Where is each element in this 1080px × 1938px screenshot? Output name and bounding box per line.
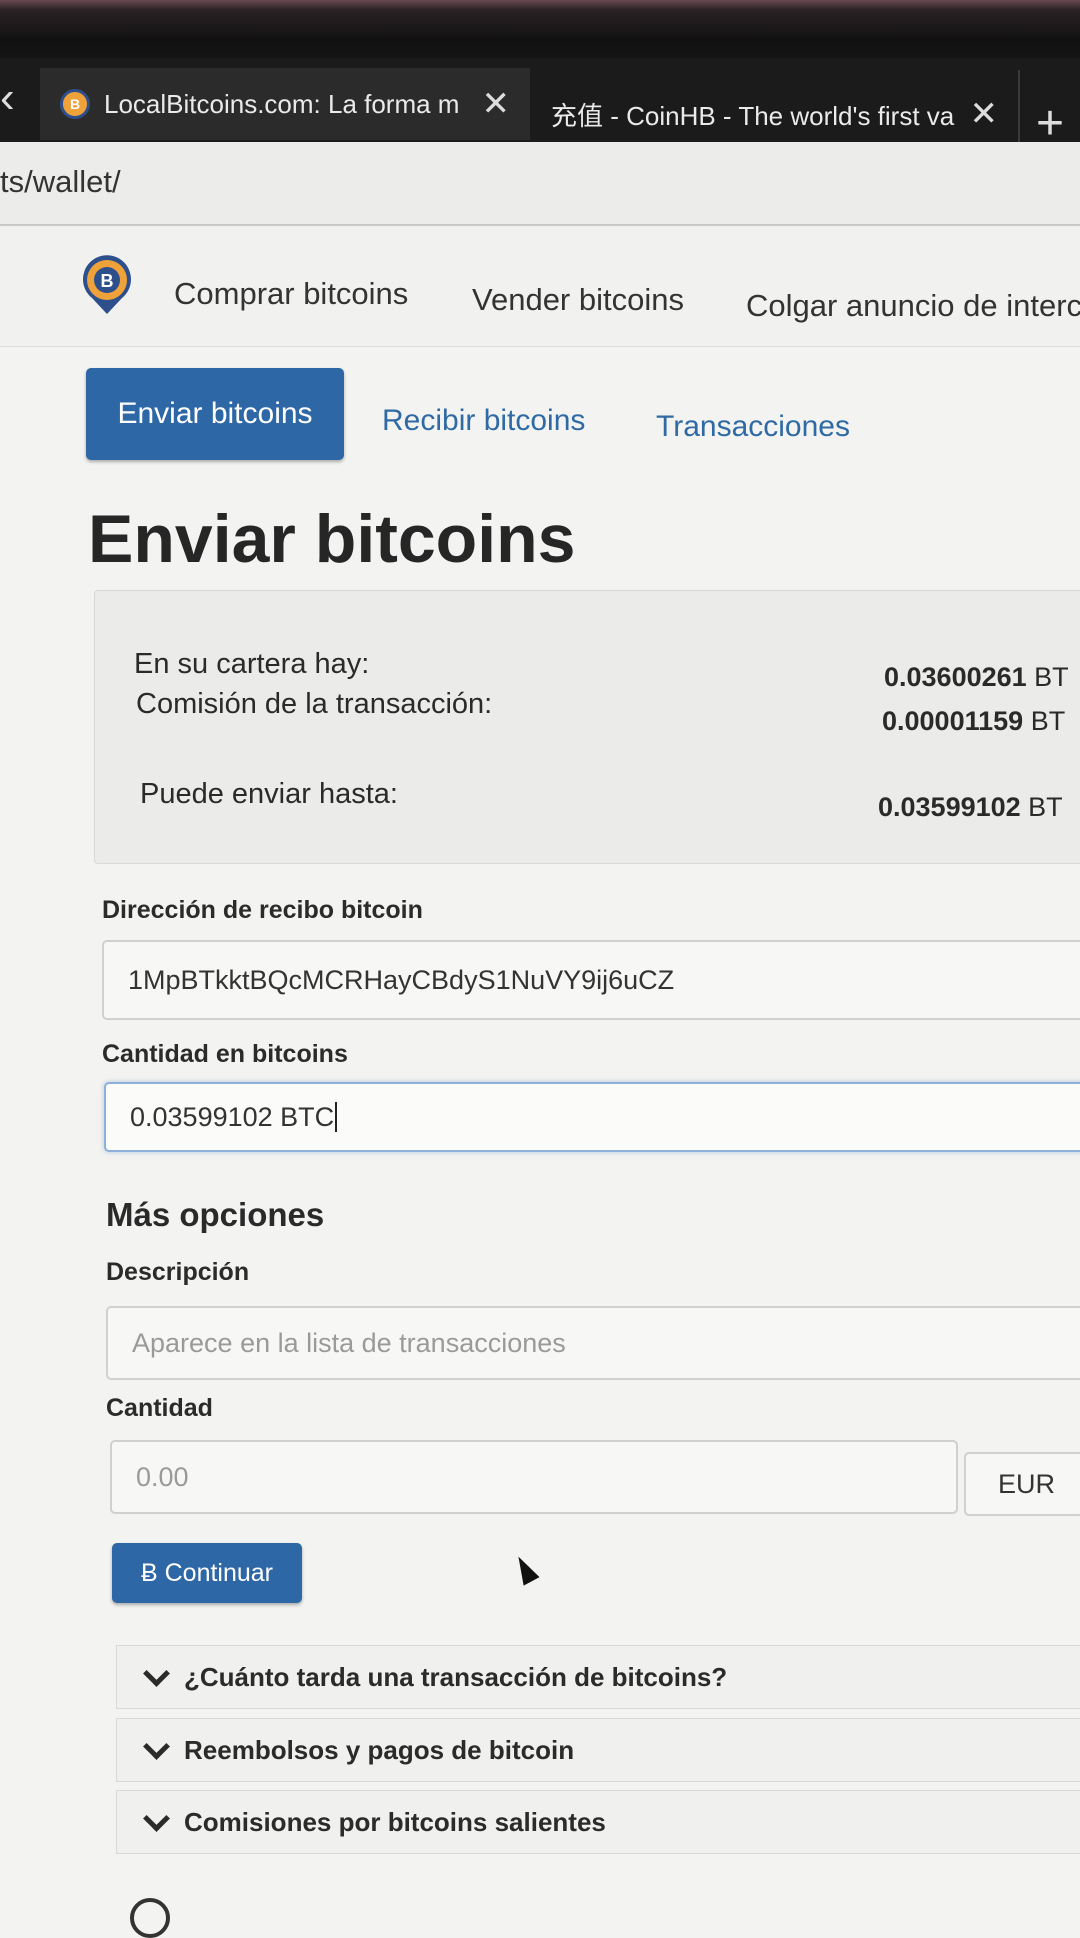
description-input[interactable]: Aparece en la lista de transacciones [106, 1306, 1080, 1380]
more-options-heading: Más opciones [106, 1196, 325, 1233]
max-send-value: 0.03599102 BT [878, 792, 1063, 822]
fee-value: 0.00001159 BT [882, 706, 1066, 736]
wallet-balance-label: En su cartera hay: [134, 648, 370, 680]
faq-title: Comisiones por bitcoins salientes [184, 1806, 606, 1837]
text-caret [335, 1102, 338, 1132]
mouse-pointer-icon [510, 1552, 540, 1586]
wallet-balance-value: 0.03600261 BT [884, 662, 1069, 692]
address-label: Dirección de recibo bitcoin [102, 896, 423, 924]
footer-logo-icon [130, 1898, 170, 1938]
address-value: 1MpBTkktBQcMCRHayCBdyS1NuVY9ij6uCZ [128, 964, 675, 995]
chevron-down-icon [143, 1732, 170, 1760]
continue-button[interactable]: Ƀ Continuar [112, 1543, 302, 1603]
localbitcoins-logo-icon[interactable]: B [80, 254, 134, 316]
max-send-label: Puede enviar hasta: [140, 778, 398, 810]
amount-btc-value: 0.03599102 BTC [130, 1101, 335, 1132]
page-title: Enviar bitcoins [88, 501, 576, 577]
description-placeholder: Aparece en la lista de transacciones [132, 1327, 566, 1358]
close-icon[interactable]: ✕ [970, 94, 999, 134]
fiat-amount-input[interactable]: 0.00 [110, 1440, 958, 1514]
tab-recibir-bitcoins[interactable]: Recibir bitcoins [382, 404, 585, 438]
chevron-down-icon [143, 1659, 170, 1687]
nav-colgar-anuncio[interactable]: Colgar anuncio de interca [746, 288, 1080, 324]
currency-select[interactable]: EUR [964, 1452, 1080, 1516]
tab-transacciones[interactable]: Transacciones [656, 410, 850, 444]
amount-btc-label: Cantidad en bitcoins [102, 1040, 348, 1068]
tab-enviar-bitcoins[interactable]: Enviar bitcoins [86, 368, 344, 460]
fiat-amount-placeholder: 0.00 [136, 1461, 189, 1492]
description-label: Descripción [106, 1258, 250, 1286]
url-text[interactable]: ts/wallet/ [0, 164, 121, 200]
close-icon[interactable]: ✕ [482, 84, 511, 124]
fee-label: Comisión de la transacción: [136, 688, 493, 720]
faq-item[interactable]: ¿Cuánto tarda una transacción de bitcoin… [116, 1645, 1080, 1709]
currency-value: EUR [998, 1468, 1056, 1499]
faq-title: Reembolsos y pagos de bitcoin [184, 1734, 575, 1765]
tab-scroll-left-icon[interactable]: ‹ [0, 76, 15, 120]
browser-tab-coinhb[interactable]: 充值 - CoinHB - The world's first va ✕ [533, 78, 1018, 150]
monitor-bezel [0, 0, 1080, 58]
svg-text:B: B [101, 271, 114, 291]
fiat-amount-label: Cantidad [106, 1394, 213, 1422]
amount-btc-input[interactable]: 0.03599102 BTC [104, 1082, 1080, 1152]
faq-item[interactable]: Reembolsos y pagos de bitcoin [116, 1718, 1080, 1782]
browser-tab-localbitcoins[interactable]: B LocalBitcoins.com: La forma m ✕ [40, 68, 530, 140]
bitcoin-favicon-icon: B [60, 89, 90, 119]
tab-title: LocalBitcoins.com: La forma m [104, 88, 460, 119]
address-input[interactable]: 1MpBTkktBQcMCRHayCBdyS1NuVY9ij6uCZ [102, 940, 1080, 1020]
chevron-down-icon [143, 1804, 170, 1832]
nav-vender-bitcoins[interactable]: Vender bitcoins [472, 282, 684, 318]
faq-title: ¿Cuánto tarda una transacción de bitcoin… [184, 1661, 728, 1692]
faq-item[interactable]: Comisiones por bitcoins salientes [116, 1790, 1080, 1854]
new-tab-button[interactable]: + [1036, 100, 1064, 148]
address-bar[interactable] [0, 142, 1080, 226]
tab-title: 充值 - CoinHB - The world's first va [551, 100, 955, 131]
nav-comprar-bitcoins[interactable]: Comprar bitcoins [174, 276, 408, 312]
